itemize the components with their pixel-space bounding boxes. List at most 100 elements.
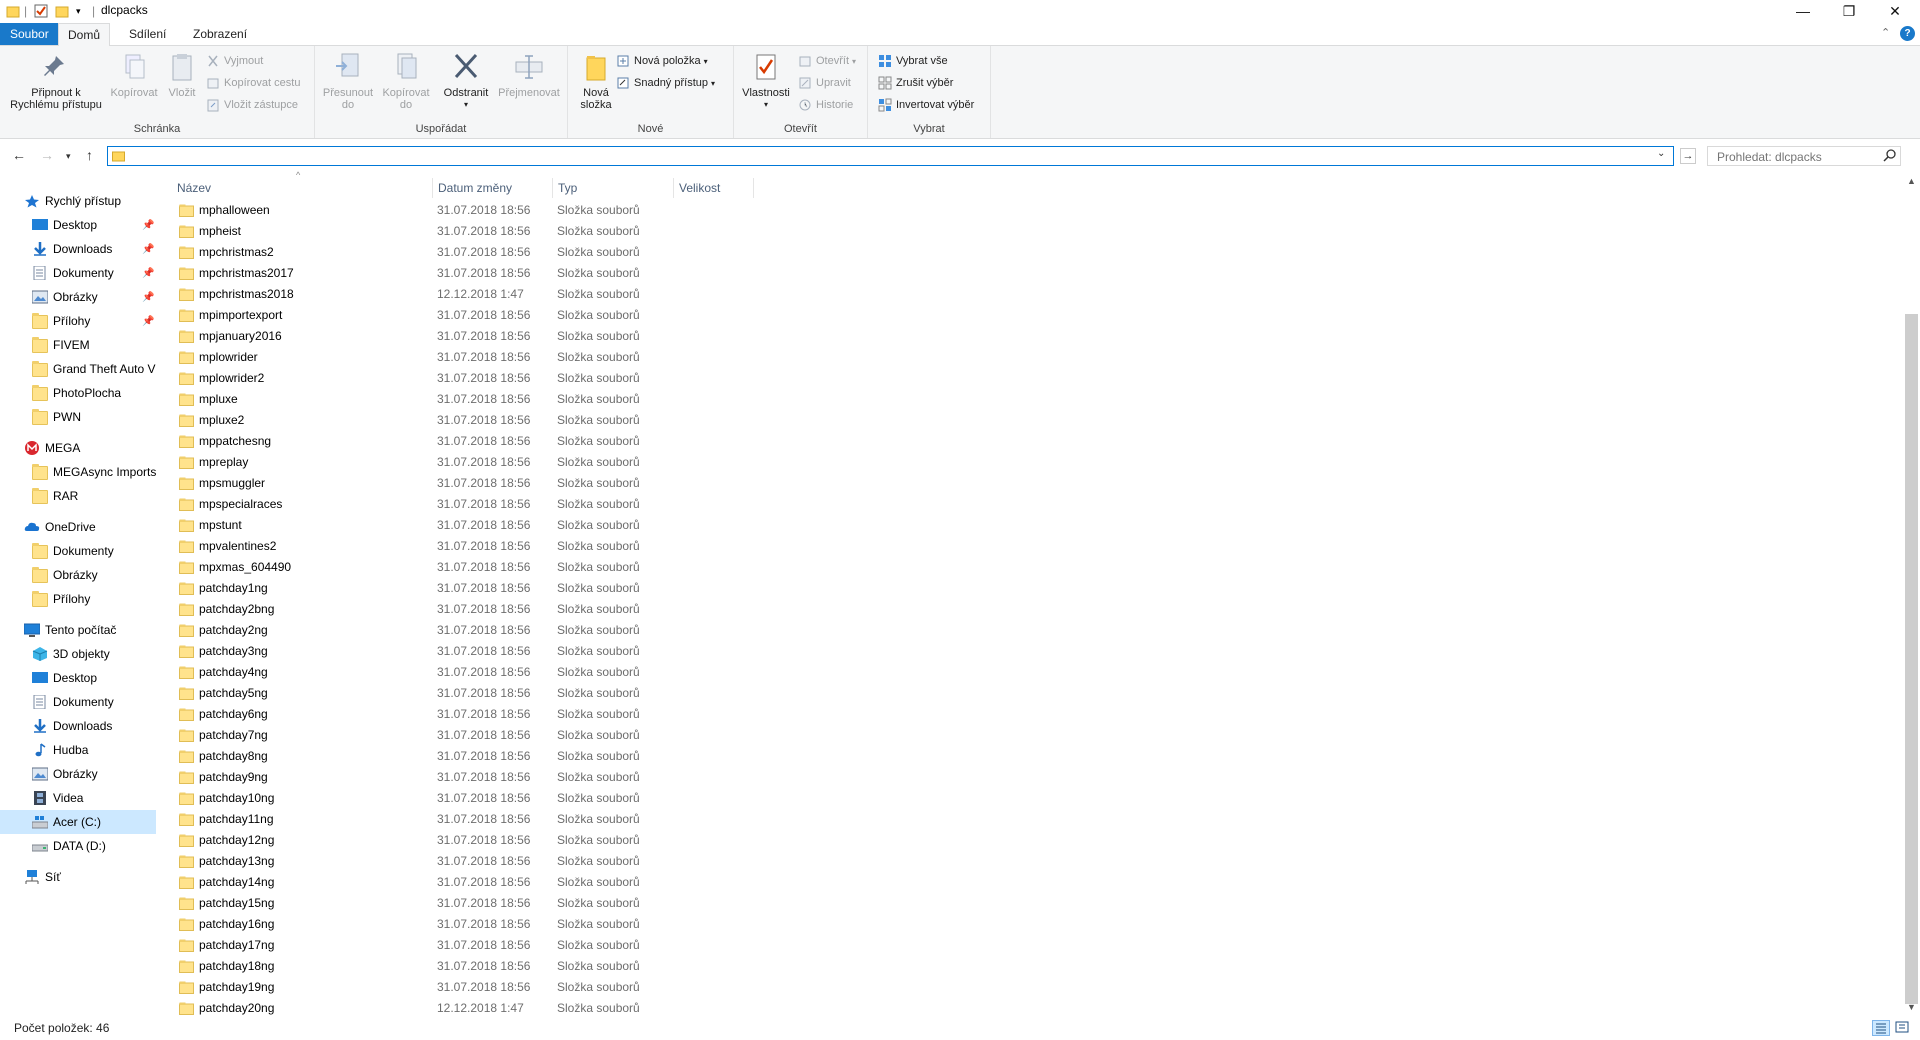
file-row[interactable]: patchday1ng 31.07.2018 18:56 Složka soubor… <box>175 578 925 599</box>
file-row[interactable]: patchday17ng 31.07.2018 18:56 Složka soubo… <box>175 935 925 956</box>
minimize-button[interactable]: — <box>1780 0 1826 22</box>
nav-this-pc[interactable]: Tento počítač <box>0 618 156 642</box>
nav-pc-videos[interactable]: Videa <box>0 786 156 810</box>
column-header-date[interactable]: Datum změny <box>433 178 553 198</box>
file-row[interactable]: patchday6ng 31.07.2018 18:56 Složka soubor… <box>175 704 925 725</box>
delete-button[interactable]: Odstranit ▾ <box>437 52 495 111</box>
file-row[interactable]: mpluxe2 31.07.2018 18:56 Složka souborů <box>175 410 925 431</box>
pin-icon[interactable]: 📌 <box>142 316 154 327</box>
file-row[interactable]: mpxmas_604490 31.07.2018 18:56 Složka soub… <box>175 557 925 578</box>
customize-toolbar-icon[interactable]: ▾ <box>76 3 81 19</box>
column-header-size[interactable]: Velikost <box>674 178 754 198</box>
file-row[interactable]: mpchristmas2 31.07.2018 18:56 Složka soubo… <box>175 242 925 263</box>
go-arrow-icon[interactable]: → <box>1680 148 1696 164</box>
address-bar[interactable]: ⌄ <box>107 146 1674 166</box>
back-arrow-icon[interactable]: ← <box>12 147 26 163</box>
file-row[interactable]: patchday11ng 31.07.2018 18:56 Složka soubo… <box>175 809 925 830</box>
file-row[interactable]: mphalloween 31.07.2018 18:56 Složka soubor… <box>175 200 925 221</box>
new-folder-quick-icon[interactable] <box>55 3 69 19</box>
file-row[interactable]: patchday4ng 31.07.2018 18:56 Složka soubor… <box>175 662 925 683</box>
file-row[interactable]: patchday2ng 31.07.2018 18:56 Složka soubor… <box>175 620 925 641</box>
cut-button[interactable]: Vyjmout <box>206 51 263 71</box>
pin-icon[interactable]: 📌 <box>142 220 154 231</box>
easy-access-button[interactable]: Snadný přístup ▾ <box>616 73 715 93</box>
nav-drive-c[interactable]: Acer (C:) <box>0 810 156 834</box>
collapse-ribbon-icon[interactable]: ⌃ <box>1881 26 1890 39</box>
tab-share[interactable]: Sdílení <box>120 23 175 45</box>
nav-pictures[interactable]: Obrázky 📌 <box>0 285 156 309</box>
file-row[interactable]: patchday5ng 31.07.2018 18:56 Složka soubor… <box>175 683 925 704</box>
edit-button[interactable]: Upravit <box>798 73 851 93</box>
nav-prilohy[interactable]: Přílohy 📌 <box>0 309 156 333</box>
file-row[interactable]: mpsmuggler 31.07.2018 18:56 Složka souborů <box>175 473 925 494</box>
select-none-button[interactable]: Zrušit výběr <box>878 73 953 93</box>
file-row[interactable]: patchday9ng 31.07.2018 18:56 Složka soubor… <box>175 767 925 788</box>
file-row[interactable]: patchday7ng 31.07.2018 18:56 Složka soubor… <box>175 725 925 746</box>
vertical-scrollbar[interactable]: ▲ ▼ <box>1903 174 1920 1016</box>
close-button[interactable]: ✕ <box>1872 0 1918 22</box>
nav-pc-pictures[interactable]: Obrázky <box>0 762 156 786</box>
pin-quick-access-button[interactable]: Připnout k Rychlému přístupu <box>6 52 106 111</box>
tab-home[interactable]: Domů <box>58 23 111 47</box>
nav-rar[interactable]: RAR <box>0 484 156 508</box>
file-row[interactable]: patchday16ng 31.07.2018 18:56 Složka soubo… <box>175 914 925 935</box>
address-dropdown-icon[interactable]: ⌄ <box>1657 148 1665 159</box>
scroll-up-icon[interactable]: ▲ <box>1907 176 1916 186</box>
search-box[interactable] <box>1707 146 1901 166</box>
nav-desktop[interactable]: Desktop 📌 <box>0 213 156 237</box>
nav-network[interactable]: Síť <box>0 865 156 889</box>
column-header-name[interactable]: Název <box>172 178 433 198</box>
file-row[interactable]: mplowrider 31.07.2018 18:56 Složka souborů <box>175 347 925 368</box>
file-row[interactable]: mpjanuary2016 31.07.2018 18:56 Složka soub… <box>175 326 925 347</box>
copy-path-button[interactable]: Kopírovat cestu <box>206 73 300 93</box>
details-view-icon[interactable] <box>1872 1020 1890 1036</box>
maximize-button[interactable]: ❐ <box>1826 0 1872 22</box>
file-row[interactable]: patchday8ng 31.07.2018 18:56 Složka soubor… <box>175 746 925 767</box>
file-row[interactable]: patchday18ng 31.07.2018 18:56 Složka soubo… <box>175 956 925 977</box>
pin-icon[interactable]: 📌 <box>142 292 154 303</box>
nav-onedrive-pictures[interactable]: Obrázky <box>0 563 156 587</box>
file-row[interactable]: patchday19ng 31.07.2018 18:56 Složka soubo… <box>175 977 925 998</box>
nav-onedrive[interactable]: OneDrive <box>0 515 156 539</box>
nav-pc-desktop[interactable]: Desktop <box>0 666 156 690</box>
properties-button[interactable]: Vlastnosti ▾ <box>738 52 794 111</box>
file-row[interactable]: patchday10ng 31.07.2018 18:56 Složka soubo… <box>175 788 925 809</box>
pin-icon[interactable]: 📌 <box>142 244 154 255</box>
nav-downloads[interactable]: Downloads 📌 <box>0 237 156 261</box>
help-icon[interactable]: ? <box>1900 26 1915 41</box>
nav-pc-documents[interactable]: Dokumenty <box>0 690 156 714</box>
file-row[interactable]: mpchristmas2018 12.12.2018 1:47 Složka sou… <box>175 284 925 305</box>
large-icons-view-icon[interactable] <box>1894 1020 1912 1036</box>
rename-button[interactable]: Přejmenovat <box>495 52 563 99</box>
select-all-button[interactable]: Vybrat vše <box>878 51 948 71</box>
file-row[interactable]: mpchristmas2017 31.07.2018 18:56 Složka so… <box>175 263 925 284</box>
paste-button[interactable]: Vložit <box>162 52 202 99</box>
move-to-button[interactable]: Přesunout do <box>319 52 377 111</box>
nav-photoplocha[interactable]: PhotoPlocha <box>0 381 156 405</box>
file-row[interactable]: mplowrider2 31.07.2018 18:56 Složka soubor… <box>175 368 925 389</box>
nav-3d-objects[interactable]: 3D objekty <box>0 642 156 666</box>
copy-to-button[interactable]: Kopírovat do <box>377 52 435 111</box>
history-button[interactable]: Historie <box>798 95 853 115</box>
file-row[interactable]: patchday12ng 31.07.2018 18:56 Složka soubo… <box>175 830 925 851</box>
search-input[interactable] <box>1715 148 1879 166</box>
file-row[interactable]: mpimportexport 31.07.2018 18:56 Složka sou… <box>175 305 925 326</box>
search-icon[interactable] <box>1883 148 1897 165</box>
file-row[interactable]: mpluxe 31.07.2018 18:56 Složka souborů <box>175 389 925 410</box>
nav-quick-access[interactable]: Rychlý přístup <box>0 189 156 213</box>
file-row[interactable]: patchday3ng 31.07.2018 18:56 Složka soubor… <box>175 641 925 662</box>
file-row[interactable]: mpheist 31.07.2018 18:56 Složka souborů <box>175 221 925 242</box>
file-row[interactable]: patchday2bng 31.07.2018 18:56 Složka soubo… <box>175 599 925 620</box>
properties-quick-icon[interactable] <box>34 3 48 19</box>
file-row[interactable]: mpvalentines2 31.07.2018 18:56 Složka soub… <box>175 536 925 557</box>
forward-arrow-icon[interactable]: → <box>40 147 54 163</box>
open-button[interactable]: Otevřít ▾ <box>798 51 856 71</box>
nav-megasync-imports[interactable]: MEGAsync Imports <box>0 460 156 484</box>
tab-view[interactable]: Zobrazení <box>184 23 256 45</box>
file-row[interactable]: mpreplay 31.07.2018 18:56 Složka souborů <box>175 452 925 473</box>
nav-gta5[interactable]: Grand Theft Auto V <box>0 357 156 381</box>
file-row[interactable]: patchday15ng 31.07.2018 18:56 Složka soubo… <box>175 893 925 914</box>
new-folder-button[interactable]: Nová složka <box>572 52 620 111</box>
tab-file[interactable]: Soubor <box>0 23 59 45</box>
nav-pc-music[interactable]: Hudba <box>0 738 156 762</box>
